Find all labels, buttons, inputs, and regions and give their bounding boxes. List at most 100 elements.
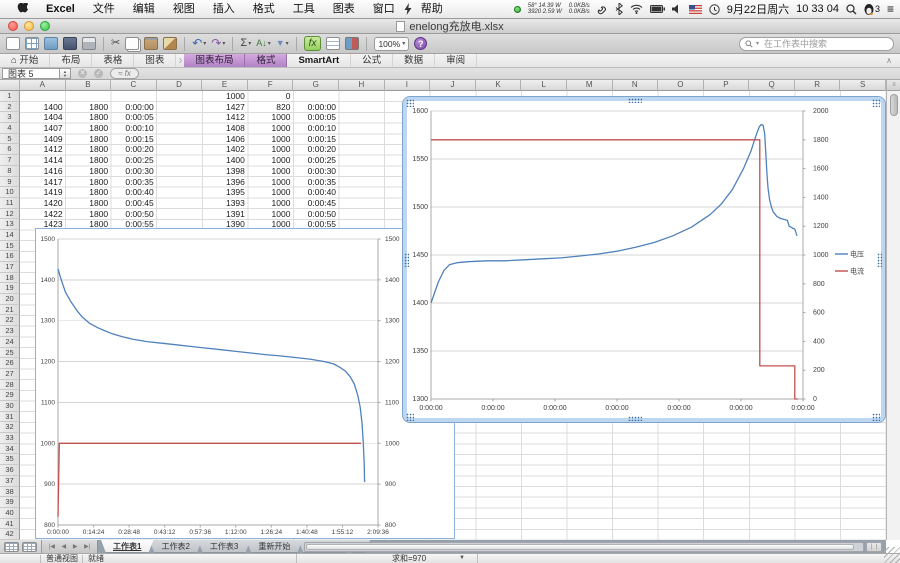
ribbon-tab-home[interactable]: ⌂ 开始 (0, 54, 50, 67)
selection-handle-bottom-right[interactable] (872, 413, 880, 421)
redo-button[interactable]: ↷▾ (211, 37, 225, 50)
cell-E10[interactable]: 1395 (202, 187, 248, 198)
menubar-time[interactable]: 10 33 04 (796, 3, 839, 15)
monitor-status-icon[interactable] (514, 6, 521, 13)
cell-G10[interactable]: 0:00:40 (293, 187, 339, 198)
menubar-date[interactable]: 9月22日周六 (727, 1, 789, 17)
cell-F3[interactable]: 1000 (248, 112, 294, 123)
cut-button[interactable]: ✂ (111, 37, 120, 50)
volume-icon[interactable] (672, 4, 682, 14)
ribbon-tab-chart-layout[interactable]: 图表布局 (184, 54, 245, 67)
window-resize-grip[interactable] (884, 547, 900, 563)
selection-handle-right[interactable] (877, 253, 882, 267)
ribbon-tab-formulas[interactable]: 公式 (351, 54, 393, 67)
cell-B5[interactable]: 1800 (66, 134, 112, 145)
save-button[interactable] (63, 37, 77, 50)
zoom-control[interactable]: 100%▾ (374, 37, 409, 51)
cell-F12[interactable]: 1000 (248, 209, 294, 220)
discharge-chart-object[interactable]: 1500140013001200110010009008001500140013… (35, 228, 455, 539)
cell-C8[interactable]: 0:00:30 (111, 166, 157, 177)
notification-app-icon[interactable]: 3 (864, 3, 880, 15)
cell-G9[interactable]: 0:00:35 (293, 177, 339, 188)
sheet-tab-1[interactable]: 工作表1 (101, 540, 153, 553)
cell-G11[interactable]: 0:00:45 (293, 198, 339, 209)
cell-E6[interactable]: 1402 (202, 144, 248, 155)
spotlight-search-icon[interactable] (846, 4, 857, 15)
aggregate-box[interactable]: 求和=970 ▼ (296, 554, 478, 563)
cell-A6[interactable]: 1412 (20, 144, 66, 155)
sort-button[interactable]: A↓▾ (256, 37, 271, 50)
sheet-tab-3[interactable]: 工作表3 (198, 540, 250, 553)
horizontal-scrollbar[interactable] (304, 542, 864, 552)
apple-menu-icon[interactable] (8, 3, 37, 16)
menu-item-file[interactable]: 文件 (84, 0, 124, 18)
cell-C10[interactable]: 0:00:40 (111, 187, 157, 198)
cell-E5[interactable]: 1406 (202, 134, 248, 145)
confirm-entry-button[interactable]: ✓ (94, 69, 103, 78)
cell-F4[interactable]: 1000 (248, 123, 294, 134)
format-painter-button[interactable] (163, 37, 177, 50)
menu-item-help[interactable]: 帮助 (412, 0, 452, 18)
time-machine-icon[interactable] (709, 4, 720, 15)
cell-B10[interactable]: 1800 (66, 187, 112, 198)
wifi-icon[interactable] (630, 4, 643, 14)
filter-button[interactable]: ▼▾ (276, 37, 289, 50)
last-sheet-icon[interactable]: ▶| (84, 543, 90, 550)
cell-E12[interactable]: 1391 (202, 209, 248, 220)
next-sheet-icon[interactable]: ▶ (73, 543, 78, 550)
cell-F1[interactable]: 0 (248, 91, 294, 102)
menu-item-format[interactable]: 格式 (244, 0, 284, 18)
cell-B4[interactable]: 1800 (66, 123, 112, 134)
name-box[interactable]: 图表 5 (2, 68, 60, 79)
cell-E8[interactable]: 1398 (202, 166, 248, 177)
cell-G7[interactable]: 0:00:25 (293, 155, 339, 166)
cell-F9[interactable]: 1000 (248, 177, 294, 188)
cell-B6[interactable]: 1800 (66, 144, 112, 155)
menu-item-window[interactable]: 窗口 (364, 0, 404, 18)
page-layout-view-button[interactable] (22, 542, 37, 552)
sheet-tab-4[interactable]: 重新开始 (246, 540, 302, 553)
name-box-stepper[interactable]: ▲▼ (60, 68, 71, 79)
ribbon-tab-smartart[interactable]: SmartArt (287, 54, 351, 67)
menu-item-view[interactable]: 视图 (164, 0, 204, 18)
menu-item-insert[interactable]: 插入 (204, 0, 244, 18)
cell-A4[interactable]: 1407 (20, 123, 66, 134)
cell-G4[interactable]: 0:00:10 (293, 123, 339, 134)
cell-A8[interactable]: 1416 (20, 166, 66, 177)
cell-B2[interactable]: 1800 (66, 102, 112, 113)
cell-A10[interactable]: 1419 (20, 187, 66, 198)
autosum-button[interactable]: Σ▾ (240, 37, 251, 50)
print-button[interactable] (82, 37, 96, 50)
cell-G6[interactable]: 0:00:20 (293, 144, 339, 155)
bluetooth-icon[interactable] (615, 3, 623, 15)
cell-F7[interactable]: 1000 (248, 155, 294, 166)
selection-handle-bottom[interactable] (628, 416, 642, 421)
phone-icon[interactable] (597, 4, 608, 15)
cell-F2[interactable]: 820 (248, 102, 294, 113)
cell-E3[interactable]: 1412 (202, 112, 248, 123)
cell-E9[interactable]: 1396 (202, 177, 248, 188)
prev-sheet-icon[interactable]: ◀ (62, 543, 67, 550)
menu-item-chart[interactable]: 图表 (324, 0, 364, 18)
cell-G8[interactable]: 0:00:30 (293, 166, 339, 177)
first-sheet-icon[interactable]: |◀ (49, 543, 55, 550)
ribbon-tab-data[interactable]: 数据 (393, 54, 435, 67)
aggregate-menu-icon[interactable]: ▼ (459, 554, 465, 563)
selection-handle-top-right[interactable] (872, 99, 880, 107)
ribbon-tab-layout[interactable]: 布局 (50, 54, 92, 67)
sheet-search-box[interactable]: ▾ (739, 37, 894, 51)
cell-B12[interactable]: 1800 (66, 209, 112, 220)
ribbon-tab-tables[interactable]: 表格 (92, 54, 134, 67)
horizontal-split-handle[interactable]: ❘❘ (866, 542, 882, 552)
cell-C4[interactable]: 0:00:10 (111, 123, 157, 134)
selection-handle-bottom-left[interactable] (406, 413, 414, 421)
cell-E2[interactable]: 1427 (202, 102, 248, 113)
applescript-icon[interactable] (404, 0, 412, 18)
cell-E4[interactable]: 1408 (202, 123, 248, 134)
paste-button[interactable] (144, 37, 158, 50)
selection-handle-left[interactable] (404, 253, 409, 267)
ribbon-tab-review[interactable]: 审阅 (435, 54, 477, 67)
cell-E1[interactable]: 1000 (202, 91, 248, 102)
cell-A9[interactable]: 1417 (20, 177, 66, 188)
formula-builder-button[interactable]: fx (304, 36, 322, 51)
